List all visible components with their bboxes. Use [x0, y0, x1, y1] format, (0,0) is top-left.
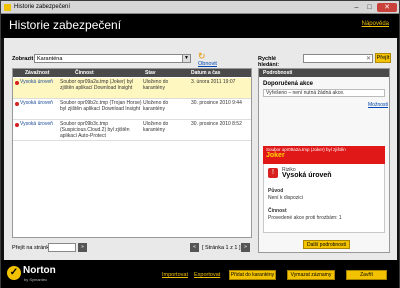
goto-page-button[interactable]: » — [78, 243, 87, 252]
column-action[interactable]: Činnost — [75, 69, 94, 77]
details-panel: Podrobnosti Doporučená akce Vyřešeno – n… — [258, 68, 390, 253]
row-status: Uloženo do karantény — [143, 121, 169, 133]
row-severity: Vysoká úroveň — [20, 79, 53, 85]
column-status[interactable]: Stav — [145, 69, 156, 77]
brand-name: Norton — [23, 265, 56, 276]
row-datetime: 30. prosince 2010 9:44 — [191, 100, 242, 106]
minimize-icon[interactable]: – — [350, 3, 363, 12]
refresh-icon: ↻ — [198, 51, 206, 61]
maximize-icon[interactable]: □ — [363, 3, 376, 12]
quick-search-label: Rychlé hledání: — [258, 56, 280, 68]
close-button[interactable]: Zavřít — [346, 270, 387, 280]
clear-records-button[interactable]: Vymazat záznamy — [287, 270, 335, 280]
column-severity[interactable]: Závažnost — [25, 69, 49, 77]
page-info: [ Stránka 1 z 1 ] — [202, 245, 241, 251]
history-table: Závažnost Činnost Stav Datum a čas Vysok… — [12, 68, 252, 238]
activity-label: Činnost — [268, 208, 287, 214]
row-status: Uloženo do karantény — [143, 100, 169, 112]
details-header: Podrobnosti — [259, 69, 389, 77]
row-severity: Vysoká úroveň — [20, 100, 53, 106]
next-page-button[interactable]: » — [241, 243, 250, 252]
chevron-down-icon[interactable]: ▼ — [182, 55, 190, 62]
goto-page-input[interactable] — [48, 243, 76, 252]
table-header: Závažnost Činnost Stav Datum a čas — [13, 69, 251, 77]
help-link[interactable]: Nápověda — [362, 21, 389, 27]
table-row[interactable]: Vysoká úroveň Soubor opr09a2a.tmp (Joker… — [13, 78, 251, 99]
options-link[interactable]: Možnosti — [368, 102, 388, 108]
filter-value: Karanténa — [37, 56, 63, 62]
quick-search-input[interactable]: ✕ — [303, 54, 373, 63]
risk-warning-icon: ! — [268, 168, 278, 178]
origin-label: Původ — [268, 188, 284, 194]
more-details-button[interactable]: Další podrobnosti — [303, 240, 350, 249]
risk-value: Vysoká úroveň — [282, 172, 332, 179]
row-severity: Vysoká úroveň — [20, 121, 53, 127]
quick-search-button[interactable]: Přejít — [375, 53, 391, 63]
activity-value: Provedené akce proti hrozbám: 1 — [268, 215, 342, 221]
threat-card: ! Riziko Vysoká úroveň Původ Není k disp… — [263, 164, 385, 233]
close-window-icon[interactable]: ✕ — [377, 3, 397, 12]
row-datetime: 3. února 2011 19:07 — [191, 79, 236, 85]
recommended-value: Vyřešeno – není nutná žádná akce. — [263, 89, 385, 97]
pager: Přejít na stránku: » « [ Stránka 1 z 1 ]… — [12, 243, 257, 253]
title-bar: Historie zabezpečení – □ ✕ — [1, 1, 399, 14]
threat-banner: Soubor opr09a2a.tmp (Joker) byl zjištěn … — [263, 146, 385, 164]
table-row[interactable]: Vysoká úroveň Soubor opr09b2c.tmp (Troja… — [13, 99, 251, 120]
main-content: Zobrazit Karanténa ▼ ↻Obnovit seznam Ryc… — [4, 38, 397, 260]
checkmark-icon: ✓ — [7, 266, 21, 280]
header: Historie zabezpečení Nápověda — [1, 14, 399, 38]
brand-subtitle: by Symantec — [24, 277, 48, 282]
row-action: Soubor opr09b3c.tmp (Suspicious.Cloud.2)… — [60, 121, 130, 139]
origin-value: Není k dispozici — [268, 195, 304, 201]
severity-high-icon — [15, 102, 19, 106]
row-action: Soubor opr09a2a.tmp (Joker) byl zjištěn … — [60, 79, 134, 91]
page-title: Historie zabezpečení — [9, 18, 122, 32]
norton-logo: ✓ Norton by Symantec — [7, 264, 63, 284]
clear-icon[interactable]: ✕ — [366, 55, 371, 63]
recommended-title: Doporučená akce — [263, 81, 314, 87]
footer: ✓ Norton by Symantec Importovat Exportov… — [1, 260, 399, 288]
row-datetime: 30. prosince 2010 8:52 — [191, 121, 242, 127]
row-status: Uloženo do karantény — [143, 79, 169, 91]
severity-high-icon — [15, 81, 19, 85]
app-window: Historie zabezpečení – □ ✕ Historie zabe… — [0, 0, 400, 288]
import-link[interactable]: Importovat — [162, 272, 188, 278]
table-row[interactable]: Vysoká úroveň Soubor opr09b3c.tmp (Suspi… — [13, 120, 251, 141]
filter-select[interactable]: Karanténa ▼ — [34, 54, 191, 63]
prev-page-button[interactable]: « — [190, 243, 199, 252]
threat-name: Joker — [266, 152, 285, 159]
column-datetime[interactable]: Datum a čas — [191, 69, 220, 77]
app-icon — [4, 4, 11, 11]
filter-label: Zobrazit — [12, 56, 34, 62]
recommended-action: Doporučená akce Vyřešeno – není nutná žá… — [263, 81, 385, 97]
export-link[interactable]: Exportovat — [194, 272, 220, 278]
add-to-quarantine-button[interactable]: Přidat do karantény — [229, 270, 276, 280]
severity-high-icon — [15, 123, 19, 127]
row-action: Soubor opr09b2c.tmp (Trojan Horse) byl z… — [60, 100, 142, 112]
window-title: Historie zabezpečení — [14, 4, 71, 10]
